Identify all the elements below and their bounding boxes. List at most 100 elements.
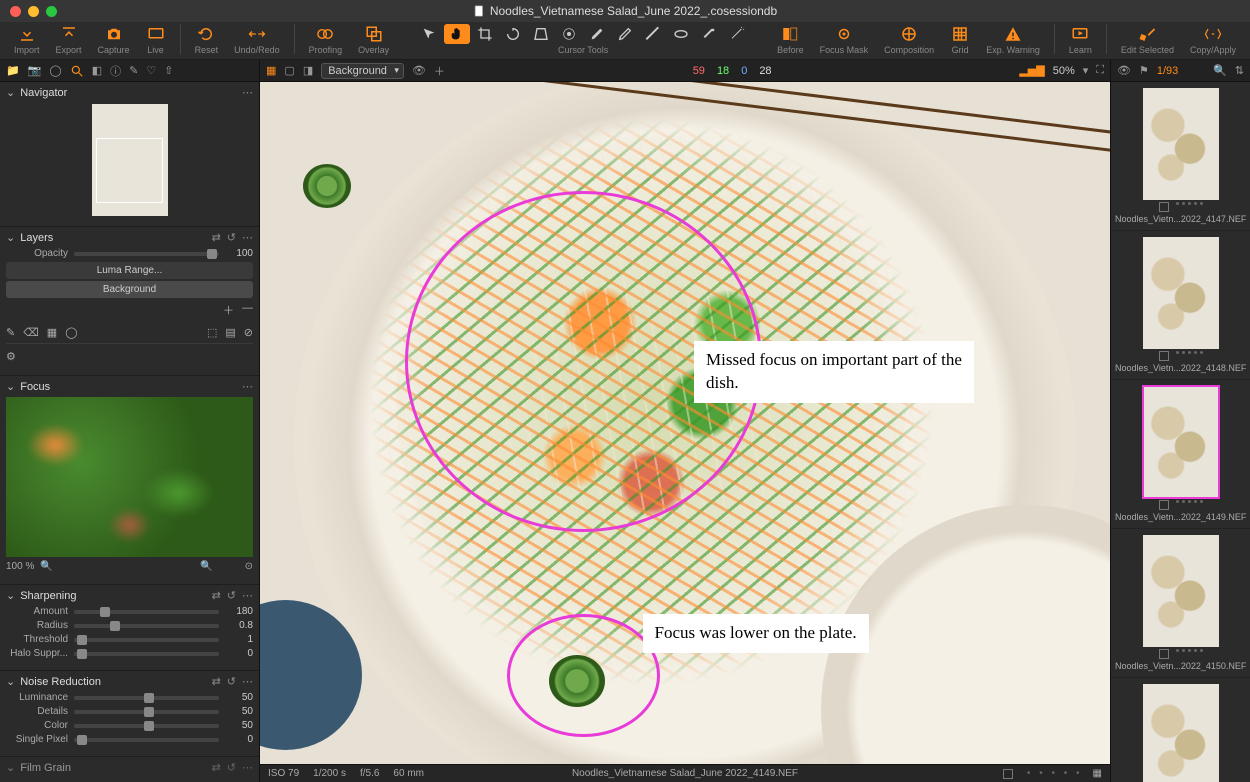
layers-reset-icon[interactable]: ↺	[227, 231, 236, 244]
histogram-toggle-icon[interactable]: ▂▅▇	[1019, 64, 1044, 77]
before-button[interactable]: Before	[771, 24, 810, 55]
details-slider[interactable]	[74, 710, 219, 714]
favorite-tab-icon[interactable]: ♡	[146, 64, 156, 77]
halo-slider[interactable]	[74, 652, 219, 656]
zoom-fit-icon[interactable]: ⛶	[1096, 64, 1104, 77]
layer-delete-icon[interactable]: —	[242, 302, 253, 318]
overlay-button[interactable]: Overlay	[352, 24, 395, 55]
cursor-gradient-tool[interactable]	[640, 24, 666, 44]
composition-button[interactable]: Composition	[878, 24, 940, 55]
filmstrip-thumbnail[interactable]	[1143, 237, 1219, 349]
layer-invert-icon[interactable]: ⬚	[207, 326, 217, 339]
brush-tab-icon[interactable]: ✎	[129, 64, 138, 77]
threshold-slider[interactable]	[74, 638, 219, 642]
library-tab-icon[interactable]: 📁	[6, 64, 20, 77]
live-button[interactable]: Live	[140, 24, 172, 55]
capture-tab-icon[interactable]: 📷	[28, 64, 42, 77]
noise-reset-icon[interactable]: ↺	[227, 675, 236, 688]
filmstrip-item[interactable]: Noodles_Vietn...2022_4148.NEF	[1111, 237, 1250, 380]
filmstrip-rating[interactable]	[1111, 649, 1250, 659]
sharpening-menu-icon[interactable]: ⋯	[242, 589, 253, 602]
filmstrip-sort-icon[interactable]: ⇅	[1235, 64, 1244, 77]
layer-brush-icon[interactable]: ✎	[6, 326, 15, 339]
zoom-dropdown-icon[interactable]: ▾	[1083, 64, 1089, 77]
filmstrip-flag-icon[interactable]: ⚑	[1139, 64, 1149, 77]
luma-range-button[interactable]: Luma Range...	[6, 262, 253, 279]
sharpening-reset-icon[interactable]: ↺	[227, 589, 236, 602]
status-variant-icon[interactable]: ▦	[1093, 768, 1102, 779]
focus-mask-button[interactable]: Focus Mask	[814, 24, 875, 55]
zoom-level[interactable]: 50%	[1053, 65, 1075, 77]
grain-menu-icon[interactable]: ⋯	[242, 761, 253, 774]
focus-preview[interactable]	[6, 397, 253, 557]
sharpening-copy-icon[interactable]: ⇄	[212, 589, 221, 602]
layer-add-icon[interactable]: ＋	[434, 63, 445, 79]
focus-disclose-icon[interactable]: ⌄	[6, 380, 15, 393]
cursor-rotate-tool[interactable]	[500, 24, 526, 44]
cursor-brush-tool[interactable]	[584, 24, 610, 44]
layer-radial-icon[interactable]: ◯	[65, 326, 77, 339]
focus-zoom-out-icon[interactable]: 🔍	[40, 561, 52, 572]
filmstrip-thumbnail[interactable]	[1143, 88, 1219, 200]
cursor-heal-tool[interactable]	[696, 24, 722, 44]
navigator-menu-icon[interactable]: ⋯	[242, 86, 253, 99]
lens-tab-icon[interactable]: ◯	[49, 64, 61, 77]
import-button[interactable]: Import	[8, 24, 46, 55]
filmstrip-thumbnail[interactable]	[1143, 535, 1219, 647]
radius-slider[interactable]	[74, 624, 219, 628]
edit-selected-button[interactable]: Edit Selected	[1115, 24, 1180, 55]
export-button[interactable]: Export	[50, 24, 88, 55]
navigator-thumbnail[interactable]	[92, 104, 168, 216]
filmstrip-thumbnail[interactable]	[1143, 684, 1219, 782]
copy-apply-button[interactable]: Copy/Apply	[1184, 24, 1242, 55]
info-tab-icon[interactable]: ⓘ	[110, 63, 121, 79]
minimize-window-icon[interactable]	[28, 6, 39, 17]
cursor-magic-tool[interactable]	[724, 24, 750, 44]
cursor-hand-tool[interactable]	[444, 24, 470, 44]
layer-fill-icon[interactable]: ▤	[225, 326, 235, 339]
filmstrip-rating[interactable]	[1111, 500, 1250, 510]
focus-zoom-in-icon[interactable]: 🔍	[200, 561, 212, 572]
exposure-warning-button[interactable]: Exp. Warning	[980, 24, 1046, 55]
filmstrip-item[interactable]: Noodles_Vietn...2022_4151.NEF	[1111, 684, 1250, 782]
luminance-slider[interactable]	[74, 696, 219, 700]
sharpening-disclose-icon[interactable]: ⌄	[6, 589, 15, 602]
filmstrip-rating[interactable]	[1111, 202, 1250, 212]
cursor-radial-tool[interactable]	[668, 24, 694, 44]
navigator-disclose-icon[interactable]: ⌄	[6, 86, 15, 99]
filmstrip-item[interactable]: Noodles_Vietn...2022_4149.NEF	[1111, 386, 1250, 529]
cursor-move-tool[interactable]	[416, 24, 442, 44]
layer-grad-icon[interactable]: ▦	[47, 326, 57, 339]
view-split-icon[interactable]: ◨	[303, 64, 313, 77]
layer-dropdown[interactable]: Background	[321, 63, 404, 79]
upload-tab-icon[interactable]: ⇧	[164, 64, 173, 77]
adjust-tab-icon[interactable]: ◧	[92, 64, 102, 77]
undo-redo-button[interactable]: Undo/Redo	[228, 24, 286, 55]
grain-reset-icon[interactable]: ↺	[227, 761, 236, 774]
layers-menu-icon[interactable]: ⋯	[242, 231, 253, 244]
status-rating-dots[interactable]: • • • • •	[1027, 768, 1083, 779]
noise-copy-icon[interactable]: ⇄	[212, 675, 221, 688]
reset-button[interactable]: Reset	[189, 24, 225, 55]
amount-slider[interactable]	[74, 610, 219, 614]
layer-clear-icon[interactable]: ⊘	[244, 326, 253, 339]
filmstrip-item[interactable]: Noodles_Vietn...2022_4147.NEF	[1111, 88, 1250, 231]
fullscreen-window-icon[interactable]	[46, 6, 57, 17]
cursor-spot-tool[interactable]	[556, 24, 582, 44]
image-canvas[interactable]: Missed focus on important part of the di…	[260, 82, 1110, 764]
layers-copy-icon[interactable]: ⇄	[212, 231, 221, 244]
view-grid-icon[interactable]: ▦	[266, 64, 276, 77]
view-single-icon[interactable]: ▢	[284, 64, 294, 77]
filmstrip-item[interactable]: Noodles_Vietn...2022_4150.NEF	[1111, 535, 1250, 678]
noise-menu-icon[interactable]: ⋯	[242, 675, 253, 688]
filmstrip-search-icon[interactable]: 🔍	[1213, 64, 1227, 77]
close-window-icon[interactable]	[10, 6, 21, 17]
grain-copy-icon[interactable]: ⇄	[212, 761, 221, 774]
single-pixel-slider[interactable]	[74, 738, 219, 742]
focus-menu-icon[interactable]: ⋯	[242, 380, 253, 393]
layer-erase-icon[interactable]: ⌫	[23, 326, 39, 339]
color-slider[interactable]	[74, 724, 219, 728]
cursor-erase-tool[interactable]	[612, 24, 638, 44]
layers-disclose-icon[interactable]: ⌄	[6, 231, 15, 244]
grid-button[interactable]: Grid	[944, 24, 976, 55]
